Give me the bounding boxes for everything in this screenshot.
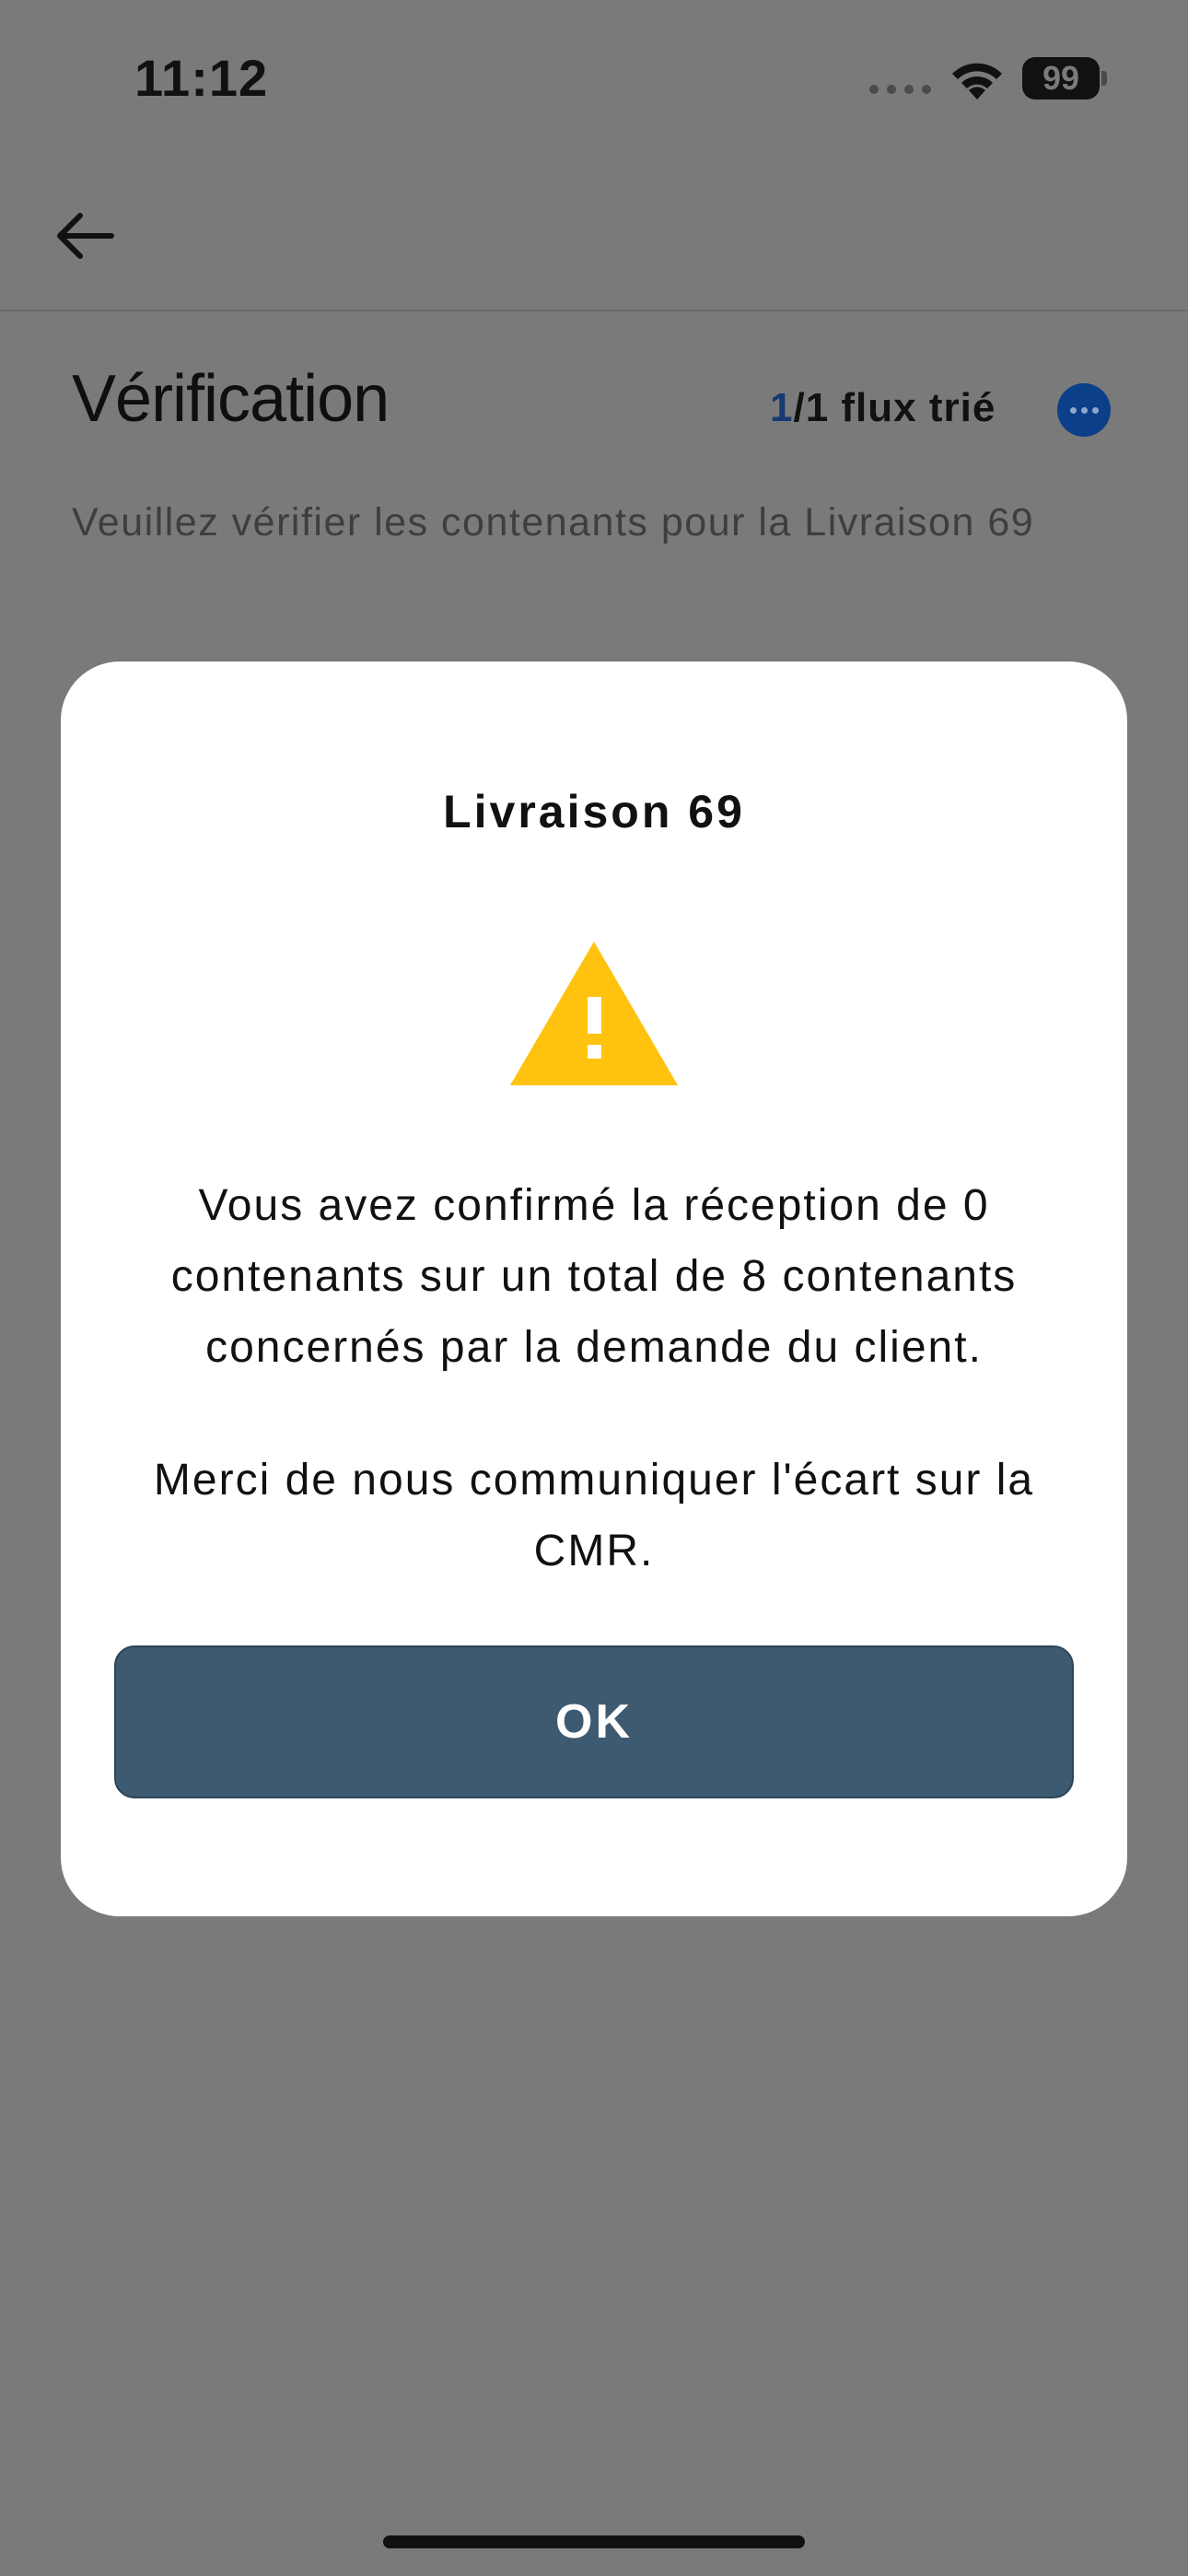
page-subtitle: Veuillez vérifier les contenants pour la… [72, 500, 1035, 544]
status-bar: 11:12 99 [0, 0, 1188, 157]
flux-counter: 1/1 flux trié [770, 385, 996, 431]
top-app-bar [0, 157, 1188, 311]
ok-button[interactable]: OK [114, 1645, 1074, 1798]
status-time: 11:12 [134, 49, 269, 107]
cellular-signal-icon [869, 85, 931, 94]
ellipsis-icon [1069, 406, 1077, 414]
dialog-message-line-2: Merci de nous communiquer l'écart sur la… [153, 1456, 1035, 1575]
warning-icon [510, 942, 678, 1085]
wifi-icon [952, 63, 1002, 100]
dialog-message-line-1: Vous avez confirmé la réception de 0 con… [170, 1181, 1018, 1372]
app-screen: 11:12 99 Vérification 1/1 flux trié Veui… [0, 0, 1188, 2576]
flux-total-label: /1 flux trié [793, 385, 996, 430]
dialog-message: Vous avez confirmé la réception de 0 con… [101, 1170, 1087, 1587]
battery-icon: 99 [1022, 57, 1107, 100]
arrow-left-icon [57, 213, 114, 259]
dialog-title: Livraison 69 [443, 786, 745, 837]
page-title: Vérification [72, 362, 390, 436]
back-button[interactable] [48, 199, 122, 273]
more-options-button[interactable] [1057, 383, 1111, 437]
home-indicator [383, 2535, 805, 2548]
battery-level: 99 [1022, 57, 1100, 100]
flux-current: 1 [770, 385, 794, 430]
